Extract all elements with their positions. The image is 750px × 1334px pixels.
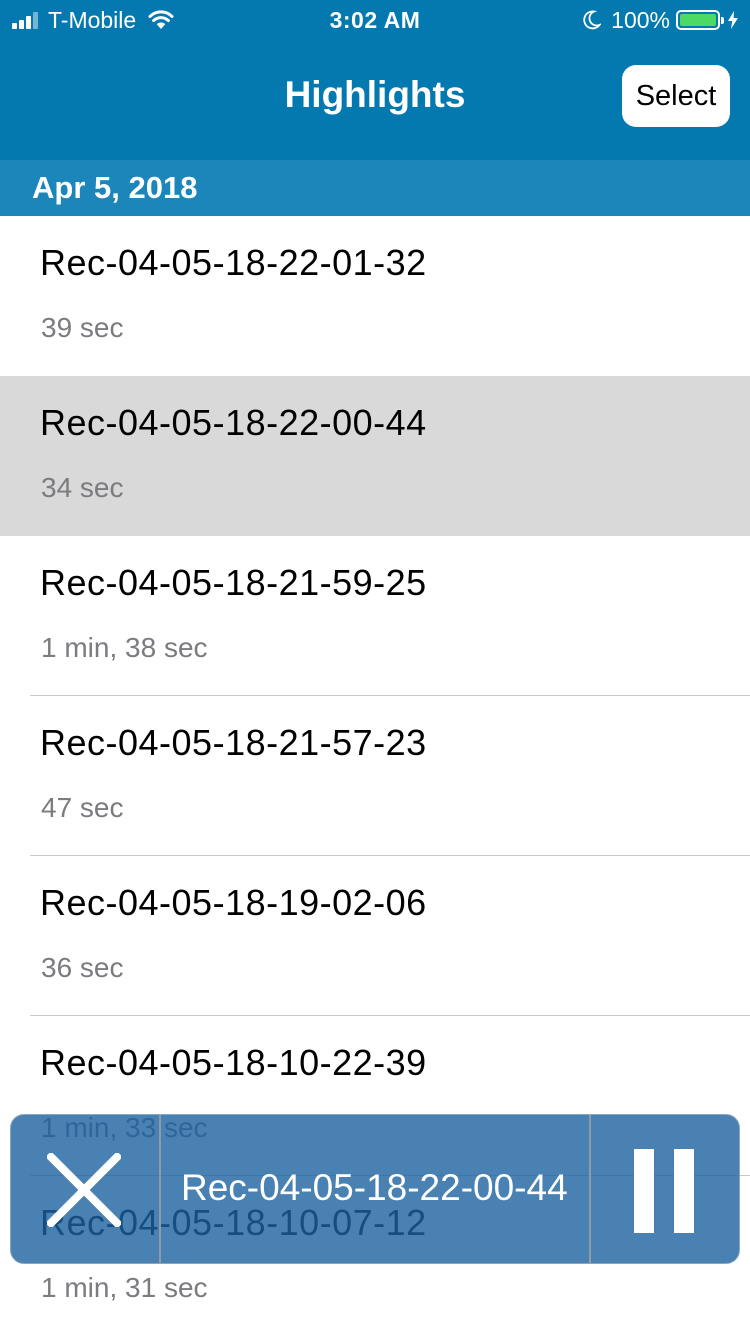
battery-icon bbox=[676, 10, 724, 30]
recording-duration: 1 min, 38 sec bbox=[41, 632, 208, 663]
moon-icon bbox=[583, 10, 602, 30]
section-header-date: Apr 5, 2018 bbox=[0, 160, 750, 216]
recording-row[interactable]: Rec-04-05-18-21-59-25 1 min, 38 sec bbox=[0, 536, 750, 696]
recording-row[interactable]: Rec-04-05-18-22-01-32 39 sec bbox=[0, 216, 750, 376]
recording-duration: 39 sec bbox=[41, 312, 124, 343]
pause-button[interactable] bbox=[589, 1115, 739, 1263]
status-bar: T-Mobile 3:02 AM 100% bbox=[0, 0, 750, 40]
recording-title: Rec-04-05-18-21-57-23 bbox=[40, 722, 427, 763]
charging-bolt-icon bbox=[728, 11, 738, 29]
recording-duration: 34 sec bbox=[41, 472, 124, 503]
recording-duration: 47 sec bbox=[41, 792, 124, 823]
pause-icon bbox=[634, 1149, 694, 1233]
recording-title: Rec-04-05-18-19-02-06 bbox=[40, 882, 427, 923]
recording-title: Rec-04-05-18-22-00-44 bbox=[40, 402, 427, 443]
battery-percent: 100% bbox=[611, 6, 670, 33]
recording-duration: 1 min, 31 sec bbox=[41, 1272, 208, 1303]
nav-bar: Highlights Select bbox=[0, 40, 750, 160]
select-button[interactable]: Select bbox=[622, 65, 730, 127]
battery-fill bbox=[680, 14, 716, 26]
recording-title: Rec-04-05-18-10-22-39 bbox=[40, 1042, 427, 1083]
now-playing-title[interactable]: Rec-04-05-18-22-00-44 bbox=[181, 1167, 581, 1209]
close-player-button[interactable] bbox=[11, 1115, 161, 1263]
recording-duration: 36 sec bbox=[41, 952, 124, 983]
recording-title: Rec-04-05-18-21-59-25 bbox=[40, 562, 427, 603]
close-icon bbox=[47, 1153, 121, 1227]
recording-title: Rec-04-05-18-22-01-32 bbox=[40, 242, 427, 283]
recording-row[interactable]: Rec-04-05-18-22-00-44 34 sec bbox=[0, 376, 750, 536]
recording-row[interactable]: Rec-04-05-18-21-57-23 47 sec bbox=[0, 696, 750, 856]
status-right: 100% bbox=[583, 7, 738, 33]
header: T-Mobile 3:02 AM 100% Highlights Select bbox=[0, 0, 750, 160]
mini-player: Rec-04-05-18-22-00-44 bbox=[10, 1114, 740, 1264]
recording-row[interactable]: Rec-04-05-18-19-02-06 36 sec bbox=[0, 856, 750, 1016]
